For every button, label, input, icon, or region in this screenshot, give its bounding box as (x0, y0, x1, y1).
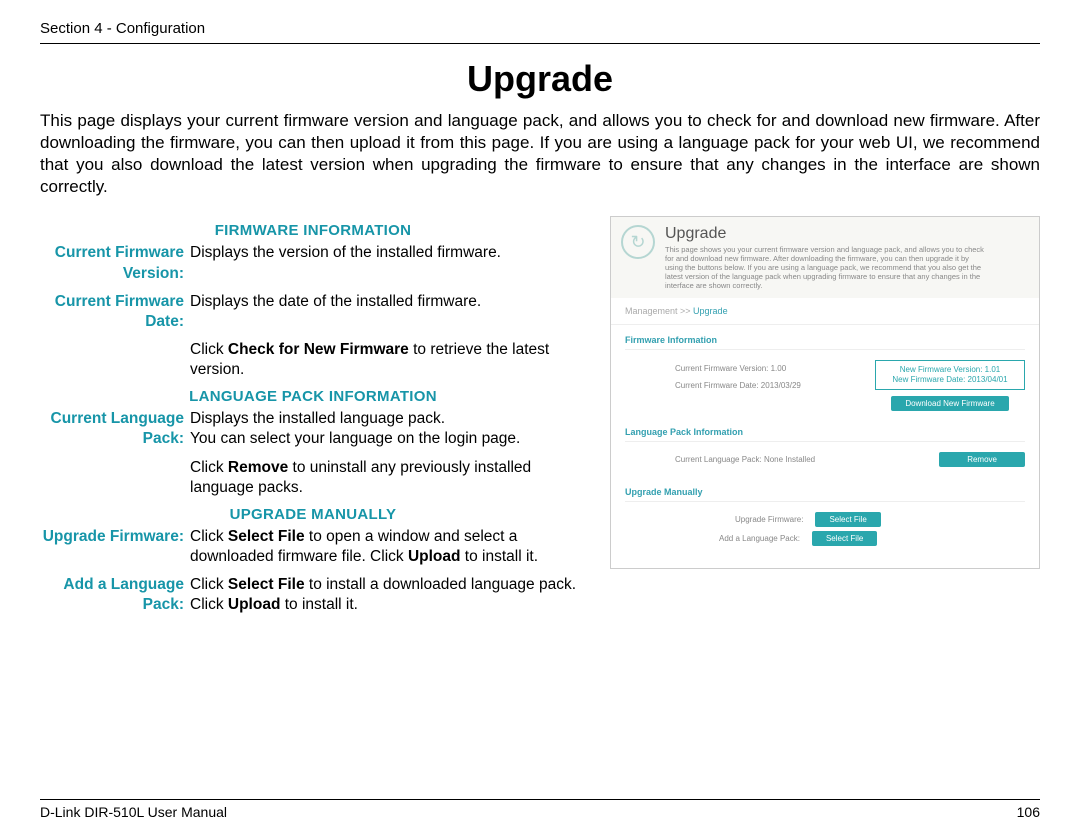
def-label (40, 458, 190, 498)
ss-breadcrumb: Management >> Upgrade (611, 298, 1039, 325)
ss-upgrade-firmware-label: Upgrade Firmware: (735, 515, 803, 524)
ss-section-title: Firmware Information (625, 335, 1025, 350)
remove-button[interactable]: Remove (939, 452, 1025, 467)
text: Click (190, 528, 228, 545)
ss-firmware-version: Current Firmware Version: 1.00 (675, 364, 845, 373)
def-row: Click Remove to uninstall any previously… (40, 458, 586, 498)
def-row: Current Firmware Version: Displays the v… (40, 243, 586, 283)
def-value: Displays the installed language pack. Yo… (190, 409, 586, 449)
ss-firmware-section: Firmware Information Current Firmware Ve… (611, 325, 1039, 416)
ss-new-version: New Firmware Version: 1.01 (884, 365, 1016, 375)
bold-text: Remove (228, 459, 288, 476)
def-row: Add a Language Pack: Click Select File t… (40, 575, 586, 615)
page-footer: D-Link DIR-510L User Manual 106 (40, 799, 1040, 820)
ss-new-firmware-box: New Firmware Version: 1.01 New Firmware … (875, 360, 1025, 389)
ss-section-title: Language Pack Information (625, 427, 1025, 442)
def-row: Click Check for New Firmware to retrieve… (40, 340, 586, 380)
select-file-button[interactable]: Select File (812, 531, 877, 546)
ss-new-date: New Firmware Date: 2013/04/01 (884, 375, 1016, 385)
breadcrumb-current: Upgrade (693, 306, 728, 316)
ss-desc: This page shows you your current firmwar… (665, 245, 985, 290)
ss-manual-section: Upgrade Manually Upgrade Firmware: Selec… (611, 477, 1039, 568)
def-label: Current Language Pack: (40, 409, 190, 449)
def-label: Add a Language Pack: (40, 575, 190, 615)
ss-title: Upgrade (665, 225, 985, 243)
bold-text: Upload (228, 596, 281, 613)
def-label (40, 340, 190, 380)
def-label: Upgrade Firmware: (40, 527, 190, 567)
bold-text: Select File (228, 528, 305, 545)
section-header: Section 4 - Configuration (40, 20, 1040, 44)
text: Click (190, 576, 228, 593)
ss-header: ↻ Upgrade This page shows you your curre… (611, 217, 1039, 298)
ss-langpack-section: Language Pack Information Current Langua… (611, 417, 1039, 477)
bold-text: Select File (228, 576, 305, 593)
text: Click (190, 459, 228, 476)
download-firmware-button[interactable]: Download New Firmware (891, 396, 1008, 411)
def-row: Upgrade Firmware: Click Select File to o… (40, 527, 586, 567)
ss-add-langpack-label: Add a Language Pack: (719, 534, 800, 543)
refresh-icon: ↻ (621, 225, 655, 259)
firmware-info-heading: FIRMWARE INFORMATION (40, 222, 586, 239)
def-value: Click Remove to uninstall any previously… (190, 458, 586, 498)
ss-firmware-date: Current Firmware Date: 2013/03/29 (675, 381, 845, 390)
definitions-column: FIRMWARE INFORMATION Current Firmware Ve… (40, 216, 586, 623)
breadcrumb-prefix: Management >> (625, 306, 693, 316)
ss-langpack-current: Current Language Pack: None Installed (675, 455, 815, 464)
bold-text: Upload (408, 548, 461, 565)
def-label: Current Firmware Date: (40, 292, 190, 332)
def-value: Click Select File to install a downloade… (190, 575, 586, 615)
page-title: Upgrade (40, 58, 1040, 100)
footer-page-number: 106 (1017, 804, 1040, 820)
ss-section-title: Upgrade Manually (625, 487, 1025, 502)
def-row: Current Firmware Date: Displays the date… (40, 292, 586, 332)
upgrade-manually-heading: UPGRADE MANUALLY (40, 506, 586, 523)
intro-paragraph: This page displays your current firmware… (40, 110, 1040, 198)
def-label: Current Firmware Version: (40, 243, 190, 283)
bold-text: Check for New Firmware (228, 341, 409, 358)
screenshot-mock: ↻ Upgrade This page shows you your curre… (610, 216, 1040, 568)
text: Click (190, 341, 228, 358)
text: to install it. (280, 596, 358, 613)
screenshot-column: ↻ Upgrade This page shows you your curre… (610, 216, 1040, 623)
def-value: Click Select File to open a window and s… (190, 527, 586, 567)
def-value: Displays the date of the installed firmw… (190, 292, 586, 332)
footer-left: D-Link DIR-510L User Manual (40, 804, 227, 820)
def-row: Current Language Pack: Displays the inst… (40, 409, 586, 449)
def-value: Click Check for New Firmware to retrieve… (190, 340, 586, 380)
select-file-button[interactable]: Select File (815, 512, 880, 527)
language-info-heading: LANGUAGE PACK INFORMATION (40, 388, 586, 405)
def-value: Displays the version of the installed fi… (190, 243, 586, 283)
text: to install it. (460, 548, 538, 565)
